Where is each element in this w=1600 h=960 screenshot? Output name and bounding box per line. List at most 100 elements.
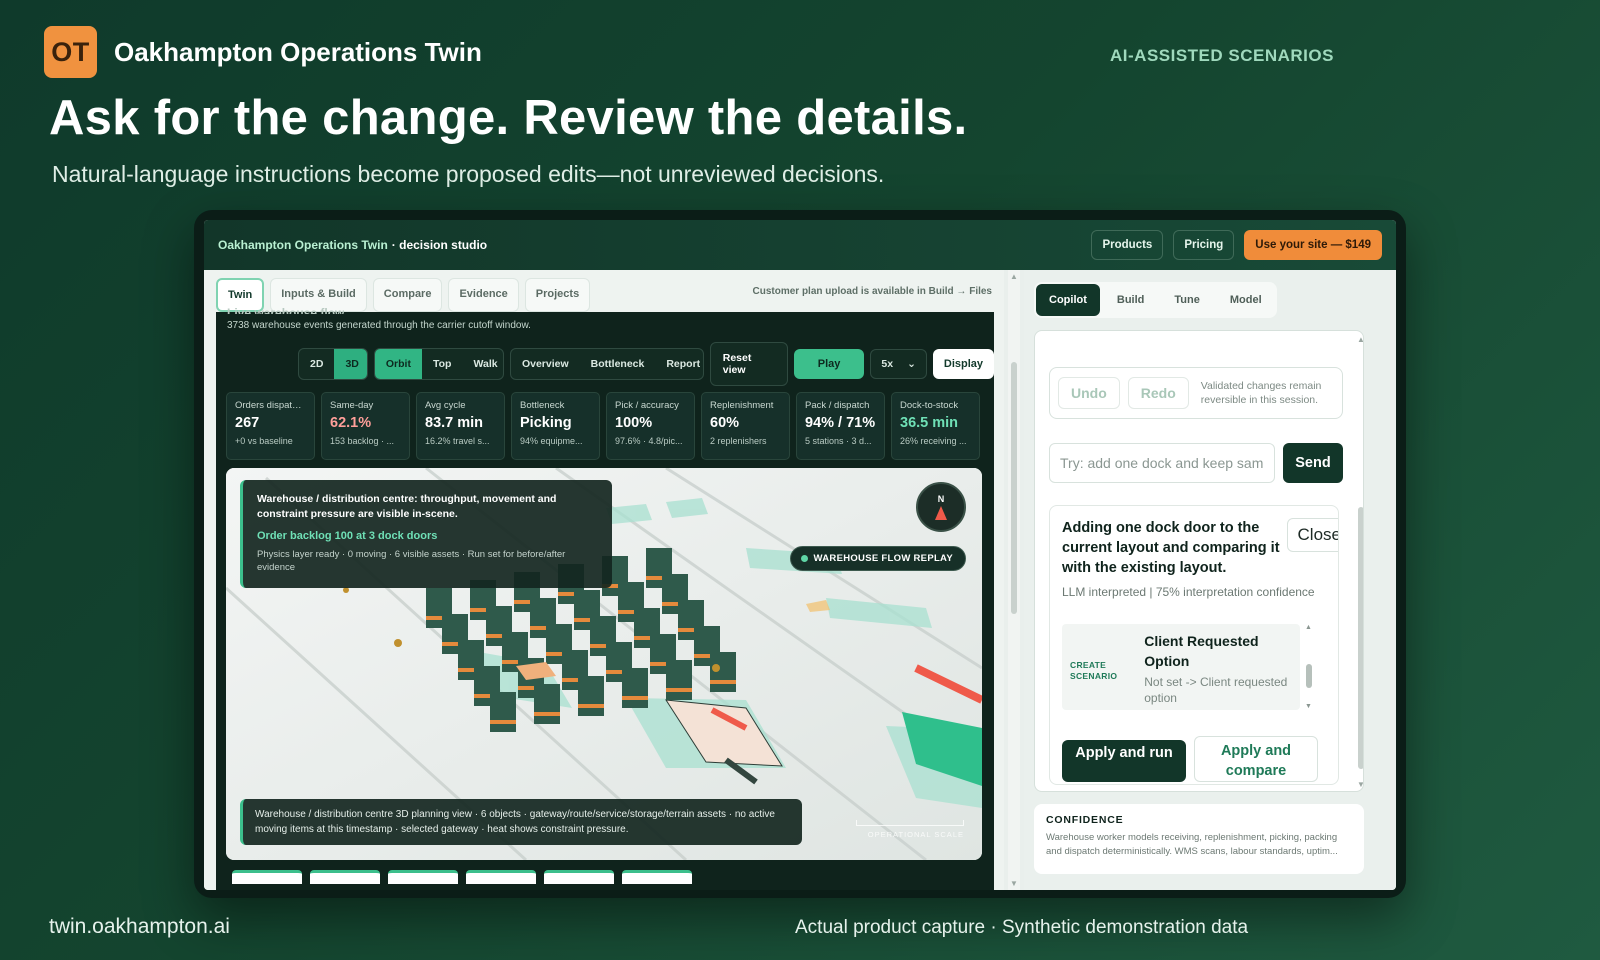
send-button[interactable]: Send	[1283, 443, 1343, 483]
scene-chip[interactable]	[622, 870, 692, 884]
scrollbar-thumb[interactable]	[1358, 507, 1363, 769]
kpi-sub: 97.6% · 4.8/pic...	[615, 436, 683, 446]
scroll-down-icon[interactable]: ▼	[1357, 780, 1363, 789]
copilot-prompt-input[interactable]	[1049, 443, 1275, 483]
top-actions: Products Pricing Use your site — $149	[1091, 230, 1382, 260]
kpi-card: Pick / accuracy 100% 97.6% · 4.8/pic...	[606, 392, 695, 460]
scenario-scrollbar[interactable]: ▲ ▼	[1304, 624, 1314, 710]
bottleneck-button[interactable]: Bottleneck	[580, 349, 656, 379]
scene-chip[interactable]	[388, 870, 458, 884]
kpi-value: 62.1%	[330, 415, 372, 431]
kpi-card: Dock-to-stock 36.5 min 26% receiving ...	[891, 392, 980, 460]
kpi-value: Picking	[520, 415, 572, 431]
tab-compare[interactable]: Compare	[372, 278, 443, 312]
view-2d-button[interactable]: 2D	[299, 349, 334, 379]
play-button[interactable]: Play	[793, 349, 865, 379]
kpi-sub: 94% equipme...	[520, 436, 583, 446]
display-button[interactable]: Display	[932, 349, 995, 379]
kpi-card: Avg cycle 83.7 min 16.2% travel s...	[416, 392, 505, 460]
kpi-strip: Orders dispatched 267 +0 vs baseline Same-…	[226, 392, 980, 460]
scenario-body: Client Requested Option Not set -> Clien…	[1144, 632, 1292, 705]
kpi-value: 60%	[710, 415, 740, 431]
kpi-sub: 16.2% travel s...	[425, 436, 490, 446]
proposal-title: Adding one dock door to the current layo…	[1062, 520, 1280, 576]
twin-viewer-panel: Live warehouse flow 3738 warehouse event…	[216, 306, 995, 890]
view-mode-toggle: 2D 3D	[298, 348, 368, 380]
rack-block	[622, 668, 648, 708]
section-tag: AI-ASSISTED SCENARIOS	[1110, 46, 1334, 65]
proposed-edit-card: Adding one dock door to the current layo…	[1049, 505, 1339, 785]
close-button[interactable]: Close	[1286, 518, 1338, 552]
tab-build[interactable]: Build	[1104, 284, 1158, 316]
scale-label: OPERATIONAL SCALE	[867, 830, 964, 839]
confidence-text: Warehouse worker models receiving, reple…	[1046, 832, 1338, 843]
flow-replay-badge[interactable]: WAREHOUSE FLOW REPLAY	[789, 546, 966, 571]
apply-and-run-button[interactable]: Apply and run	[1062, 740, 1186, 782]
workspace-scrollbar[interactable]: ▲ ▼	[1008, 270, 1020, 890]
scene-chip[interactable]	[232, 870, 302, 884]
undo-button[interactable]: Undo	[1058, 377, 1120, 409]
scroll-up-icon[interactable]: ▲	[1305, 624, 1312, 631]
tab-model[interactable]: Model	[1217, 284, 1275, 316]
camera-orbit-button[interactable]: Orbit	[374, 349, 422, 379]
brand-name: Oakhampton Operations Twin	[114, 36, 482, 67]
kpi-label: Bottleneck	[520, 400, 565, 411]
scenario-option-detail: Not set -> Client requested option	[1144, 675, 1288, 706]
rack-block	[578, 676, 604, 716]
rack-block	[710, 652, 736, 692]
speed-select[interactable]: 5x ⌄	[870, 349, 927, 379]
app-title: Oakhampton Operations Twin	[218, 238, 388, 252]
scroll-down-icon[interactable]: ▼	[1010, 879, 1018, 888]
speed-value: 5x	[881, 358, 894, 370]
products-button[interactable]: Products	[1091, 230, 1164, 260]
pricing-button[interactable]: Pricing	[1173, 230, 1235, 260]
viewer-toolbar: 2D 3D Orbit Top Walk Overview Bottleneck…	[298, 342, 995, 386]
camera-walk-button[interactable]: Walk	[462, 349, 502, 379]
scene-chip[interactable]	[466, 870, 536, 884]
scene-chip[interactable]	[310, 870, 380, 884]
status-dot-icon	[800, 555, 808, 562]
scroll-up-icon[interactable]: ▲	[1010, 272, 1018, 281]
tab-copilot[interactable]: Copilot	[1036, 284, 1100, 316]
confidence-card: CONFIDENCE Warehouse worker models recei…	[1034, 804, 1364, 874]
camera-top-button[interactable]: Top	[422, 349, 462, 379]
reset-view-button[interactable]: Reset view	[709, 342, 788, 386]
warehouse-3d-scene[interactable]: Warehouse / distribution centre: through…	[226, 468, 982, 860]
rack-beam	[534, 712, 560, 716]
kpi-sub: 2 replenishers	[710, 436, 767, 446]
flow-replay-label: WAREHOUSE FLOW REPLAY	[813, 553, 953, 564]
compass-icon[interactable]: N	[916, 482, 966, 532]
copilot-scrollbar[interactable]: ▲ ▼	[1357, 335, 1363, 789]
scrollbar-thumb[interactable]	[1306, 664, 1312, 688]
plan-upload-note: Customer plan upload is available in Bui…	[752, 286, 993, 297]
compass-north-label: N	[937, 494, 945, 504]
rack-beam	[710, 680, 736, 684]
view-3d-button[interactable]: 3D	[334, 349, 367, 379]
apply-and-compare-button[interactable]: Apply and compare	[1194, 736, 1318, 782]
history-note: Validated changes remain reversible in t…	[1200, 379, 1322, 406]
scroll-up-icon[interactable]: ▲	[1357, 335, 1363, 344]
rack-block	[490, 692, 516, 732]
copilot-card: Undo Redo Validated changes remain rever…	[1034, 330, 1364, 792]
scroll-down-icon[interactable]: ▼	[1305, 703, 1312, 710]
events-caption: 3738 warehouse events generated through …	[227, 320, 531, 331]
viewer-heading: Live warehouse flow	[227, 306, 345, 314]
scrollbar-thumb[interactable]	[1011, 362, 1017, 614]
scene-chip[interactable]	[544, 870, 614, 884]
report-button[interactable]: Report	[655, 349, 702, 379]
copilot-tabs: Copilot Build Tune Model	[1034, 282, 1277, 318]
tab-projects[interactable]: Projects	[524, 278, 591, 312]
interpretation-confidence: LLM interpreted | 75% interpretation con…	[1062, 585, 1315, 599]
twin-workspace: Twin Inputs & Build Compare Evidence Pro…	[204, 270, 1004, 890]
kpi-label: Pick / accuracy	[615, 400, 679, 411]
brand-logo: OT	[44, 26, 97, 78]
redo-button[interactable]: Redo	[1127, 377, 1189, 409]
rack-beam	[578, 704, 604, 708]
scenario-kind: CREATE SCENARIO	[1070, 660, 1118, 682]
tab-evidence[interactable]: Evidence	[448, 278, 519, 312]
page-subtitle: Natural-language instructions become pro…	[52, 161, 885, 187]
tab-tune[interactable]: Tune	[1161, 284, 1212, 316]
use-your-site-button[interactable]: Use your site — $149	[1244, 230, 1382, 260]
page-title: Ask for the change. Review the details.	[49, 91, 968, 145]
overview-button[interactable]: Overview	[511, 349, 580, 379]
